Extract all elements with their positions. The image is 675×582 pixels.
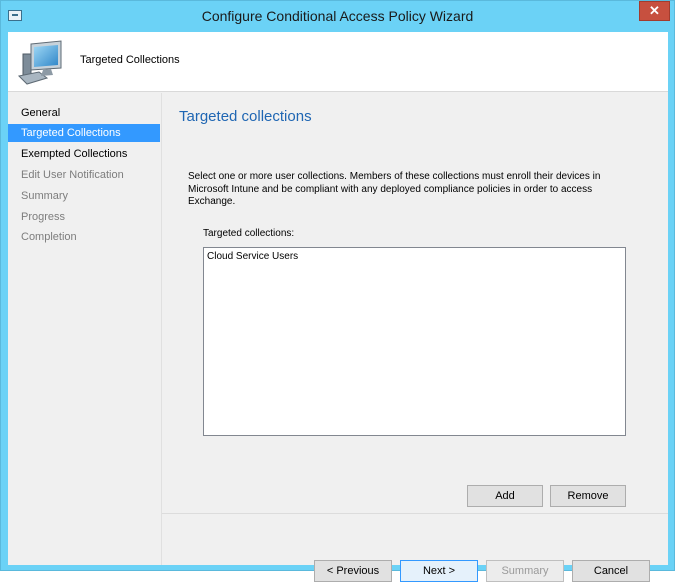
page-description: Select one or more user collections. Mem… — [188, 171, 601, 207]
wizard-content: Targeted collections Select one or more … — [161, 93, 668, 582]
nav-item-edit-user-notification: Edit User Notification — [21, 169, 124, 181]
wizard-header: Targeted Collections — [8, 32, 668, 92]
wizard-nav: General Targeted Collections Exempted Co… — [8, 93, 160, 565]
nav-item-targeted-collections[interactable]: Targeted Collections — [8, 124, 160, 142]
nav-item-progress: Progress — [21, 211, 66, 223]
next-button[interactable]: Next > — [400, 560, 478, 582]
window-title: Configure Conditional Access Policy Wiza… — [201, 8, 474, 24]
nav-item-summary: Summary — [21, 190, 69, 202]
targeted-collections-list[interactable]: Cloud Service Users — [203, 247, 626, 436]
nav-item-exempted-collections[interactable]: Exempted Collections — [8, 145, 160, 163]
summary-button: Summary — [486, 560, 564, 582]
footer-divider — [162, 513, 668, 514]
nav-item-completion: Completion — [21, 231, 77, 243]
computer-icon — [17, 40, 62, 85]
add-button[interactable]: Add — [467, 485, 543, 507]
previous-button[interactable]: < Previous — [314, 560, 392, 582]
title-bar[interactable]: Configure Conditional Access Policy Wiza… — [1, 1, 674, 31]
remove-button[interactable]: Remove — [550, 485, 626, 507]
collections-list-label: Targeted collections: — [203, 228, 295, 239]
wizard-client: Targeted Collections General Targeted Co… — [8, 32, 668, 582]
nav-item-general[interactable]: General — [8, 104, 160, 122]
cancel-button[interactable]: Cancel — [572, 560, 650, 582]
header-title: Targeted Collections — [80, 54, 180, 66]
wizard-window: Configure Conditional Access Policy Wiza… — [0, 0, 675, 582]
list-item[interactable]: Cloud Service Users — [206, 250, 299, 263]
close-button[interactable]: ✕ — [639, 1, 670, 21]
page-title: Targeted collections — [179, 108, 312, 125]
